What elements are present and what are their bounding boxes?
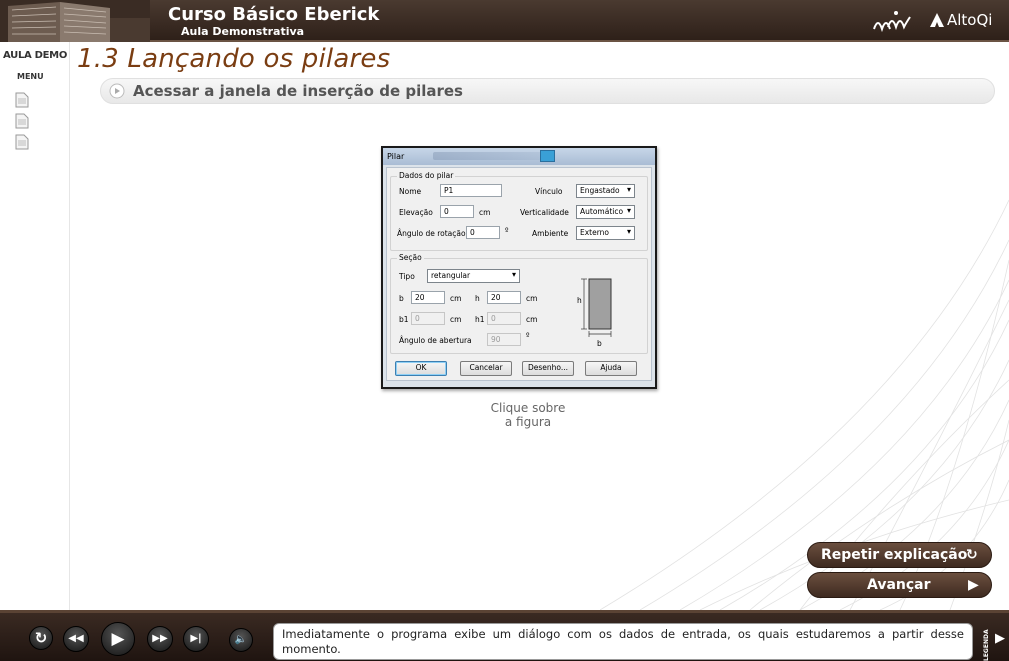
skip-end-icon[interactable]: ▶|: [183, 626, 209, 652]
b-label: b: [399, 294, 404, 303]
angulo-abertura-label: Ângulo de abertura: [399, 336, 472, 345]
secao-group-label: Seção: [397, 253, 424, 262]
angulo-abertura-field: 90: [487, 333, 521, 346]
dialog-title: Pilar: [387, 152, 405, 161]
b1-field: 0: [411, 312, 445, 325]
tipo-select: retangular: [427, 269, 520, 283]
legenda-toggle[interactable]: LEGENDA: [983, 619, 993, 661]
header-bar: Curso Básico Eberick Aula Demonstrativa …: [0, 0, 1009, 42]
h1-field: 0: [487, 312, 521, 325]
dialog-body: Dados do pilar Nome P1 Elevação 0 cm Âng…: [386, 167, 652, 381]
angulo-rotacao-field: 0: [466, 226, 500, 239]
arrow-right-icon: ▶: [968, 577, 979, 593]
caption-line-2: a figura: [504, 415, 552, 429]
angulo-abertura-unit: º: [526, 331, 530, 340]
sidebar: AULA DEMO MENU: [0, 42, 70, 610]
rewind-icon[interactable]: ◀◀: [63, 626, 89, 652]
elevacao-field: 0: [440, 205, 474, 218]
tipo-label: Tipo: [399, 272, 415, 281]
ok-button: OK: [395, 361, 447, 376]
close-icon: [540, 150, 555, 162]
diagram-h-label: h: [577, 296, 582, 305]
nome-field: P1: [440, 184, 502, 197]
figure-caption: Clique sobre a figura: [478, 401, 578, 429]
section-diagram-icon: [581, 278, 612, 337]
angulo-unit: º: [505, 226, 509, 235]
repetir-explicacao-button[interactable]: Repetir explicação ↻: [807, 542, 992, 568]
h-label: h: [475, 294, 480, 303]
pilar-dialog-figure[interactable]: Pilar Dados do pilar Nome P1 Elevação 0 …: [381, 146, 657, 389]
step-text: Acessar a janela de inserção de pilares: [133, 82, 463, 100]
caption-line-1: Clique sobre: [490, 401, 566, 415]
desenho-button: Desenho...: [522, 361, 574, 376]
verticalidade-select: Automático: [576, 205, 635, 219]
h-field: 20: [487, 291, 521, 304]
replay-icon: ↻: [966, 547, 978, 563]
elevacao-label: Elevação: [399, 208, 433, 217]
legenda-arrow-icon[interactable]: ▶: [995, 631, 1005, 646]
repetir-label: Repetir explicação: [821, 547, 968, 563]
lesson-title: 1.3 Lançando os pilares: [77, 44, 391, 74]
titlebar-blur: [433, 152, 553, 160]
nome-label: Nome: [399, 187, 422, 196]
cancelar-button: Cancelar: [460, 361, 512, 376]
volume-icon[interactable]: 🔈: [229, 628, 253, 652]
h1-label: h1: [475, 315, 485, 324]
vinculo-label: Vínculo: [535, 187, 563, 196]
b1-label: b1: [399, 315, 409, 324]
fast-forward-icon[interactable]: ▶▶: [147, 626, 173, 652]
altoqi-mark-icon: [930, 13, 944, 27]
step-bar: Acessar a janela de inserção de pilares: [100, 78, 995, 104]
menu-label[interactable]: MENU: [17, 72, 44, 81]
ambiente-label: Ambiente: [532, 229, 569, 238]
player-bar: ↻ ◀◀ ▶ ▶▶ ▶| 🔈 Imediatamente o programa …: [0, 610, 1009, 661]
brand-name: AltoQi: [947, 11, 993, 29]
document-icon[interactable]: [15, 113, 29, 129]
narration-text: Imediatamente o programa exibe um diálog…: [273, 623, 973, 660]
mm-logo-icon: [873, 11, 911, 33]
h1-unit: cm: [526, 315, 538, 324]
course-subtitle: Aula Demonstrativa: [181, 25, 305, 38]
play-icon[interactable]: ▶: [101, 622, 135, 656]
pilar-dialog: Pilar Dados do pilar Nome P1 Elevação 0 …: [383, 148, 655, 387]
verticalidade-label: Verticalidade: [520, 208, 569, 217]
dialog-titlebar: Pilar: [383, 148, 655, 165]
b-unit: cm: [450, 294, 462, 303]
h-unit: cm: [526, 294, 538, 303]
play-circle-icon: [109, 83, 125, 99]
ambiente-select: Externo: [576, 226, 635, 240]
ajuda-button: Ajuda: [585, 361, 637, 376]
elevacao-unit: cm: [479, 208, 491, 217]
aula-demo-label: AULA DEMO: [3, 50, 68, 61]
avancar-label: Avançar: [867, 577, 931, 593]
dados-group-label: Dados do pilar: [397, 171, 456, 180]
vinculo-select: Engastado: [576, 184, 635, 198]
document-icon[interactable]: [15, 92, 29, 108]
dados-group: Dados do pilar Nome P1 Elevação 0 cm Âng…: [390, 171, 648, 251]
building-logo: [0, 0, 150, 42]
replay-icon[interactable]: ↻: [29, 626, 53, 650]
angulo-rotacao-label: Ângulo de rotação: [397, 229, 466, 238]
document-icon[interactable]: [15, 134, 29, 150]
course-title: Curso Básico Eberick: [168, 4, 380, 25]
secao-group: Seção Tipo retangular b 20 cm h 20 cm b1…: [390, 253, 648, 354]
b1-unit: cm: [450, 315, 462, 324]
altoqi-logo: AltoQi: [930, 11, 992, 29]
avancar-button[interactable]: Avançar ▶: [807, 572, 992, 598]
diagram-b-label: b: [597, 339, 602, 348]
b-field: 20: [411, 291, 445, 304]
